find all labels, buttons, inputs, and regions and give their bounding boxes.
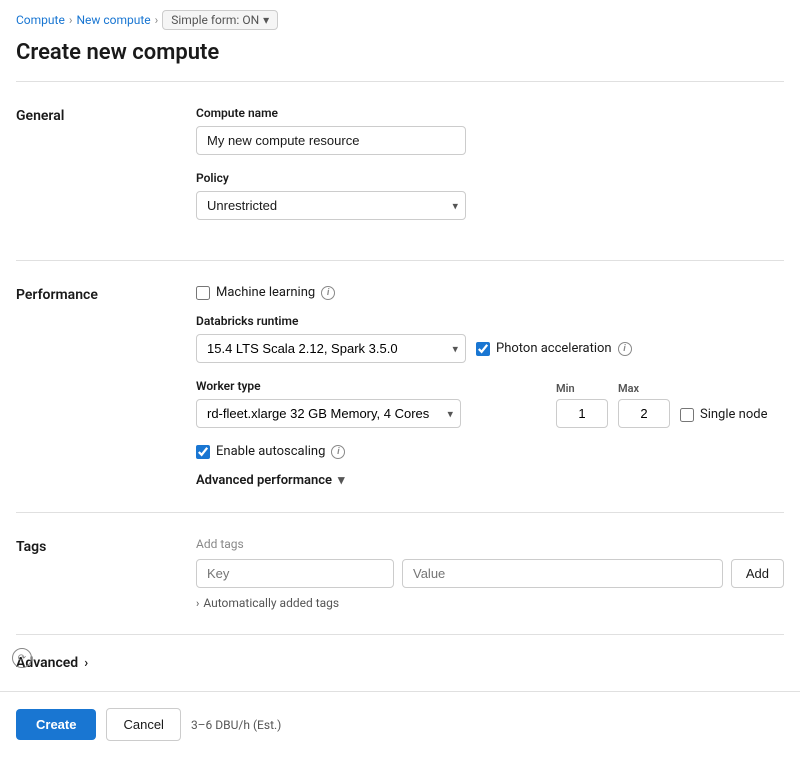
chevron-down-icon: ▾ bbox=[338, 473, 345, 488]
page-title: Create new compute bbox=[0, 36, 800, 81]
simple-form-toggle[interactable]: Simple form: ON ▾ bbox=[162, 10, 278, 30]
photon-label[interactable]: Photon acceleration bbox=[496, 341, 612, 356]
worker-row: Worker type rd-fleet.xlarge 32 GB Memory… bbox=[196, 379, 784, 428]
breadcrumb-new-compute[interactable]: New compute bbox=[76, 13, 150, 27]
cost-estimate: 3–6 DBU/h (Est.) bbox=[191, 718, 281, 732]
breadcrumb: Compute › New compute › Simple form: ON … bbox=[0, 0, 800, 36]
auto-tags-label: Automatically added tags bbox=[203, 596, 339, 610]
performance-section: Performance Machine learning i Databrick… bbox=[16, 260, 784, 512]
worker-type-field: Worker type rd-fleet.xlarge 32 GB Memory… bbox=[196, 379, 784, 428]
performance-section-label: Performance bbox=[16, 285, 196, 488]
tags-input-row: Add bbox=[196, 559, 784, 588]
machine-learning-label[interactable]: Machine learning bbox=[216, 285, 315, 300]
compute-name-label: Compute name bbox=[196, 106, 784, 120]
runtime-field: Databricks runtime 15.4 LTS Scala 2.12, … bbox=[196, 314, 784, 363]
runtime-label: Databricks runtime bbox=[196, 314, 784, 328]
advanced-performance-label: Advanced performance bbox=[196, 473, 332, 488]
history-icon[interactable]: ⟳ bbox=[12, 648, 32, 668]
auto-tags-toggle[interactable]: › Automatically added tags bbox=[196, 596, 784, 610]
policy-field: Policy Unrestricted Personal Compute Pow… bbox=[196, 171, 784, 220]
general-section: General Compute name Policy Unrestricted… bbox=[16, 81, 784, 260]
single-node-row: Single node bbox=[680, 407, 767, 428]
autoscaling-checkbox[interactable] bbox=[196, 445, 210, 459]
compute-name-field: Compute name bbox=[196, 106, 784, 155]
autoscaling-info-icon[interactable]: i bbox=[331, 445, 345, 459]
policy-select-wrapper: Unrestricted Personal Compute Power User… bbox=[196, 191, 466, 220]
max-input[interactable] bbox=[618, 399, 670, 428]
tags-section-label: Tags bbox=[16, 537, 196, 610]
footer: Create Cancel 3–6 DBU/h (Est.) bbox=[0, 692, 800, 757]
min-max-group: Min Max bbox=[556, 382, 670, 428]
add-tag-button[interactable]: Add bbox=[731, 559, 784, 588]
add-tags-label: Add tags bbox=[196, 537, 784, 551]
max-item: Max bbox=[618, 382, 670, 428]
machine-learning-info-icon[interactable]: i bbox=[321, 286, 335, 300]
chevron-right-icon: › bbox=[84, 656, 88, 671]
general-section-label: General bbox=[16, 106, 196, 236]
min-input[interactable] bbox=[556, 399, 608, 428]
machine-learning-row: Machine learning i bbox=[196, 285, 784, 300]
photon-info-icon[interactable]: i bbox=[618, 342, 632, 356]
cancel-button[interactable]: Cancel bbox=[106, 708, 180, 741]
performance-section-content: Machine learning i Databricks runtime 15… bbox=[196, 285, 784, 488]
advanced-section-toggle[interactable]: Advanced › bbox=[16, 655, 196, 671]
compute-name-input[interactable] bbox=[196, 126, 466, 155]
photon-check-row: Photon acceleration i bbox=[476, 341, 632, 356]
tag-value-input[interactable] bbox=[402, 559, 723, 588]
autoscaling-label[interactable]: Enable autoscaling bbox=[216, 444, 325, 459]
max-label: Max bbox=[618, 382, 670, 395]
min-label: Min bbox=[556, 382, 608, 395]
runtime-select-wrapper: 15.4 LTS Scala 2.12, Spark 3.5.0 ▾ bbox=[196, 334, 466, 363]
single-node-checkbox[interactable] bbox=[680, 408, 694, 422]
autoscaling-row: Enable autoscaling i bbox=[196, 444, 784, 459]
single-node-label[interactable]: Single node bbox=[700, 407, 767, 422]
chevron-down-icon: ▾ bbox=[263, 13, 269, 27]
tags-section: Tags Add tags Add › Automatically added … bbox=[16, 512, 784, 634]
worker-type-select[interactable]: rd-fleet.xlarge 32 GB Memory, 4 Cores bbox=[196, 399, 461, 428]
min-item: Min bbox=[556, 382, 608, 428]
photon-checkbox[interactable] bbox=[476, 342, 490, 356]
advanced-section: Advanced › bbox=[16, 634, 784, 691]
runtime-row: 15.4 LTS Scala 2.12, Spark 3.5.0 ▾ Photo… bbox=[196, 334, 784, 363]
worker-type-label: Worker type bbox=[196, 379, 546, 393]
chevron-right-icon: › bbox=[196, 597, 199, 610]
general-section-content: Compute name Policy Unrestricted Persona… bbox=[196, 106, 784, 236]
worker-select-wrapper: Worker type rd-fleet.xlarge 32 GB Memory… bbox=[196, 379, 546, 428]
tag-key-input[interactable] bbox=[196, 559, 394, 588]
breadcrumb-compute[interactable]: Compute bbox=[16, 13, 65, 27]
machine-learning-checkbox[interactable] bbox=[196, 286, 210, 300]
policy-select[interactable]: Unrestricted Personal Compute Power User bbox=[196, 191, 466, 220]
tags-section-content: Add tags Add › Automatically added tags bbox=[196, 537, 784, 610]
advanced-performance-toggle[interactable]: Advanced performance ▾ bbox=[196, 473, 784, 488]
create-button[interactable]: Create bbox=[16, 709, 96, 740]
runtime-select[interactable]: 15.4 LTS Scala 2.12, Spark 3.5.0 bbox=[196, 334, 466, 363]
policy-label: Policy bbox=[196, 171, 784, 185]
